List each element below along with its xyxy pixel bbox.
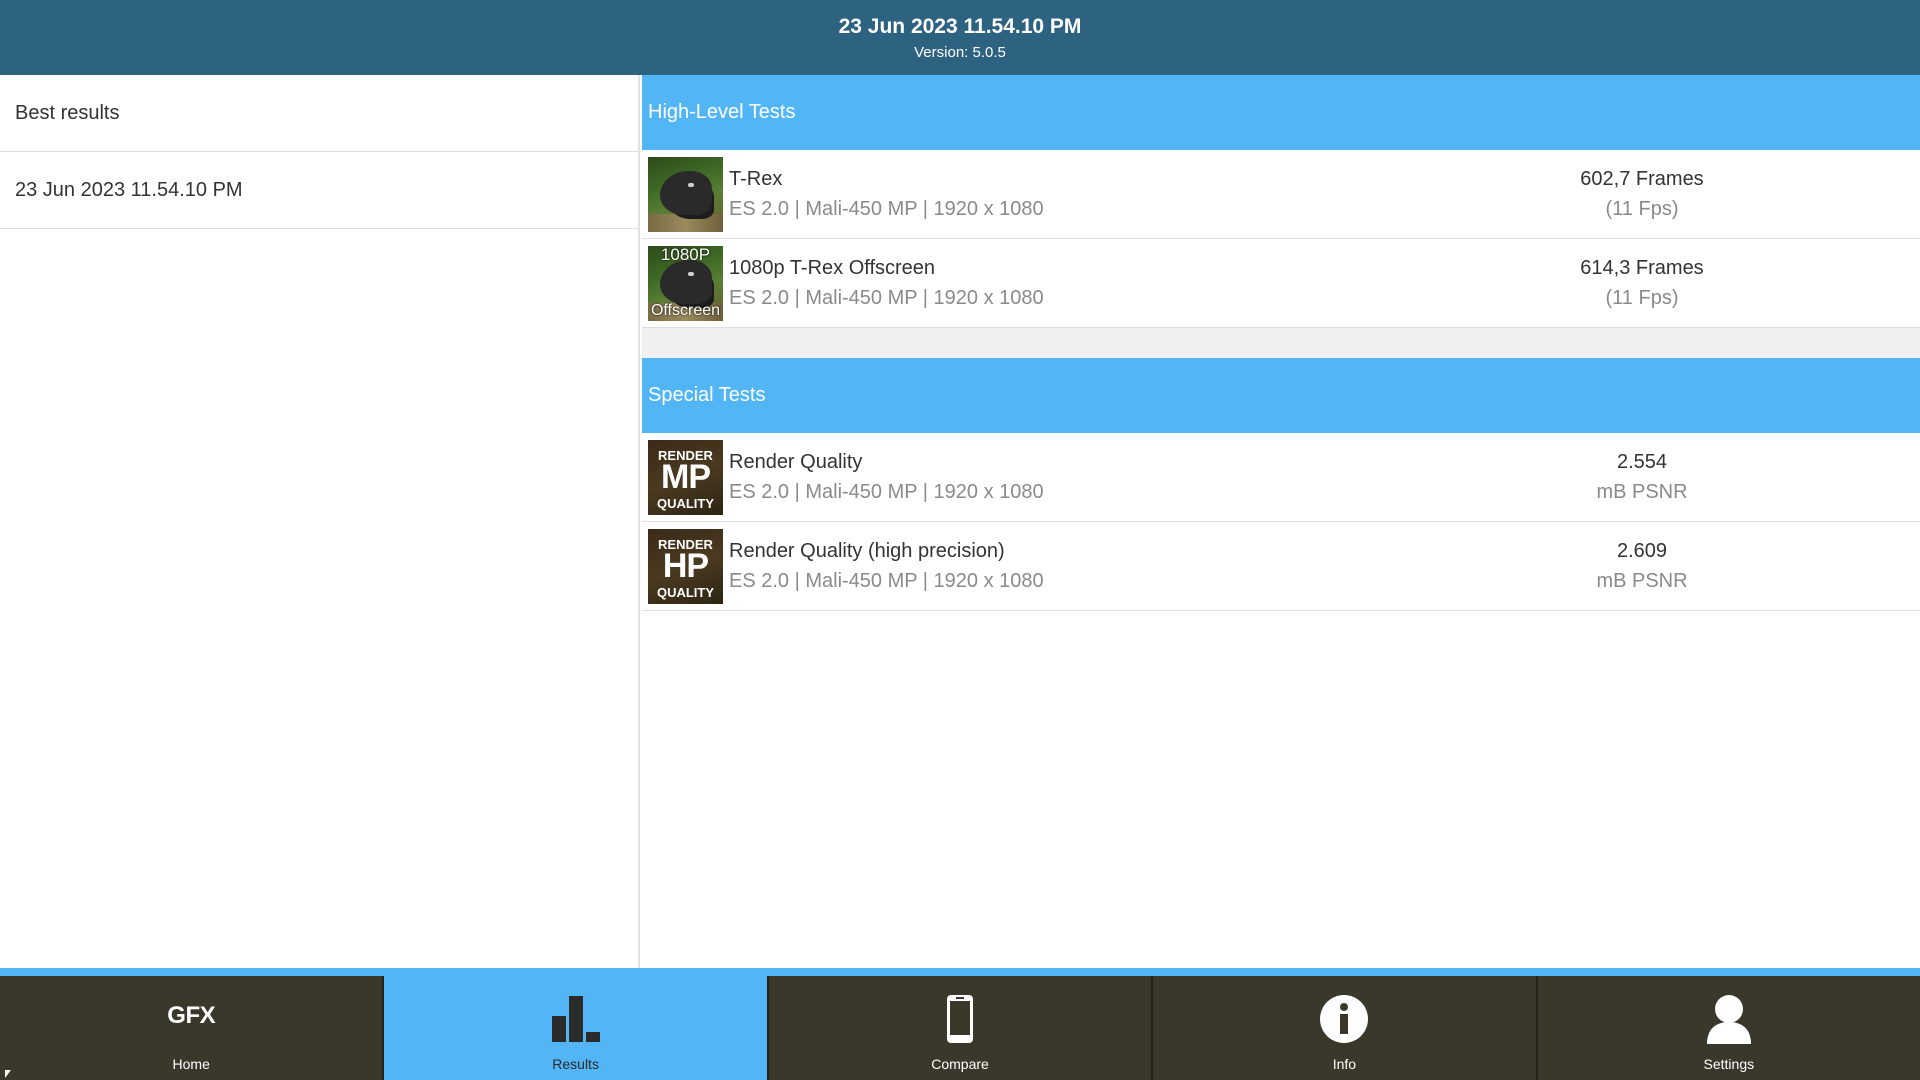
header-bar: 23 Jun 2023 11.54.10 PM Version: 5.0.5 (0, 0, 1920, 75)
test-detail: ES 2.0 | Mali-450 MP | 1920 x 1080 (729, 481, 1044, 503)
test-name: Render Quality (729, 451, 863, 473)
test-score: 2.609 (1616, 540, 1668, 562)
nav-settings[interactable]: Settings (1538, 976, 1920, 1080)
test-score: 614,3 Frames (1580, 257, 1704, 279)
bar-chart-icon (551, 996, 600, 1042)
test-score-unit: (11 Fps) (1605, 198, 1679, 220)
list-item-result-session[interactable]: 23 Jun 2023 11.54.10 PM (0, 152, 638, 229)
thumb-label-bottom: QUALITY (656, 585, 715, 600)
nav-info[interactable]: Info (1153, 976, 1538, 1080)
user-icon (1706, 995, 1751, 1044)
results-detail-pane: High-Level Tests T-Rex ES 2.0 | Mali-450… (642, 75, 1920, 968)
test-row-render-quality[interactable]: RENDER MP QUALITY Render Quality ES 2.0 … (642, 433, 1920, 522)
test-row-trex-offscreen[interactable]: 1080P Offscreen 1080p T-Rex Offscreen ES… (642, 239, 1920, 328)
gfx-logo-icon: GFX (167, 1002, 216, 1029)
page-title: 23 Jun 2023 11.54.10 PM (838, 15, 1082, 38)
test-detail: ES 2.0 | Mali-450 MP | 1920 x 1080 (729, 570, 1044, 592)
test-detail: ES 2.0 | Mali-450 MP | 1920 x 1080 (729, 287, 1044, 309)
thumb-label-big: MP (661, 458, 711, 496)
info-icon (1320, 995, 1369, 1043)
phone-icon (947, 995, 974, 1043)
test-score: 602,7 Frames (1580, 168, 1704, 190)
thumb-label-bottom: QUALITY (656, 496, 715, 511)
test-score-unit: (11 Fps) (1605, 287, 1679, 309)
nav-label: Compare (931, 1056, 989, 1072)
nav-compare[interactable]: Compare (769, 976, 1154, 1080)
test-score: 2.554 (1616, 451, 1668, 473)
section-title: Special Tests (648, 384, 766, 406)
test-name: Render Quality (high precision) (729, 540, 1005, 562)
trex-thumbnail (648, 157, 723, 232)
nav-label: Info (1332, 1056, 1357, 1072)
nav-label: Home (172, 1056, 210, 1072)
trex-offscreen-thumbnail: 1080P Offscreen (648, 246, 723, 321)
thumb-label-top: 1080P (660, 246, 711, 264)
nav-home[interactable]: GFX Home (0, 976, 385, 1080)
thumb-label-big: HP (662, 547, 709, 585)
test-score-unit: mB PSNR (1596, 570, 1688, 592)
section-header-high-level: High-Level Tests (642, 75, 1920, 150)
render-quality-thumbnail: RENDER MP QUALITY (648, 440, 723, 515)
list-item-label: Best results (15, 101, 120, 124)
test-detail: ES 2.0 | Mali-450 MP | 1920 x 1080 (729, 198, 1044, 220)
nav-label: Settings (1703, 1056, 1755, 1072)
bottom-navigation: GFX Home Results Compare Info Settings (0, 968, 1920, 1080)
test-name: 1080p T-Rex Offscreen (729, 257, 936, 279)
section-divider (642, 328, 1920, 358)
section-header-special: Special Tests (642, 358, 1920, 433)
test-row-render-quality-hp[interactable]: RENDER HP QUALITY Render Quality (high p… (642, 522, 1920, 611)
test-name: T-Rex (729, 168, 783, 190)
version-label: Version: 5.0.5 (914, 44, 1006, 61)
thumb-label-bottom: Offscreen (650, 302, 721, 319)
list-item-label: 23 Jun 2023 11.54.10 PM (15, 178, 243, 201)
nav-results[interactable]: Results (384, 976, 769, 1080)
test-row-trex[interactable]: T-Rex ES 2.0 | Mali-450 MP | 1920 x 1080… (642, 150, 1920, 239)
test-score-unit: mB PSNR (1596, 481, 1688, 503)
render-quality-hp-thumbnail: RENDER HP QUALITY (648, 529, 723, 604)
results-list-pane: Best results 23 Jun 2023 11.54.10 PM (0, 75, 640, 968)
section-title: High-Level Tests (648, 101, 796, 123)
nav-label: Results (552, 1056, 599, 1072)
list-item-best-results[interactable]: Best results (0, 75, 638, 152)
mouse-cursor (5, 1070, 11, 1078)
